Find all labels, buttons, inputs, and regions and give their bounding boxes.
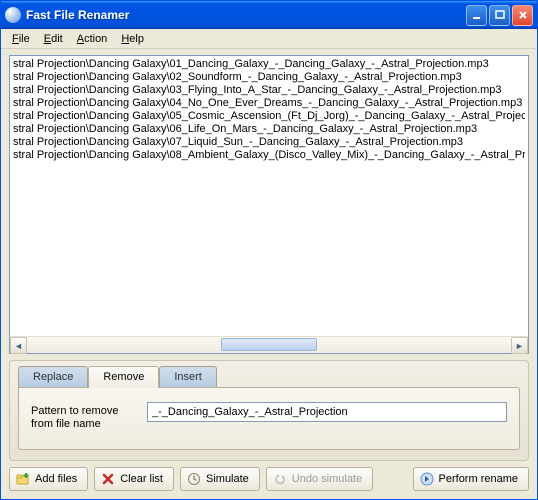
options-panel: Replace Remove Insert Pattern to remove …	[9, 360, 529, 461]
file-list-row[interactable]: stral Projection\Dancing Galaxy\03_Flyin…	[13, 84, 525, 97]
arrow-right-circle-icon	[420, 472, 434, 486]
content-area: stral Projection\Dancing Galaxy\01_Danci…	[1, 49, 537, 499]
undo-simulate-label: Undo simulate	[292, 473, 362, 485]
scroll-right-button[interactable]: ►	[511, 337, 528, 354]
clear-list-button[interactable]: Clear list	[94, 467, 174, 491]
menu-file[interactable]: File	[5, 31, 37, 47]
file-list-row[interactable]: stral Projection\Dancing Galaxy\02_Sound…	[13, 71, 525, 84]
folder-add-icon	[16, 472, 30, 486]
file-list-row[interactable]: stral Projection\Dancing Galaxy\05_Cosmi…	[13, 110, 525, 123]
file-list-row[interactable]: stral Projection\Dancing Galaxy\01_Danci…	[13, 58, 525, 71]
file-list-row[interactable]: stral Projection\Dancing Galaxy\08_Ambie…	[13, 149, 525, 162]
bottom-toolbar: Add files Clear list Simulate Undo simul…	[9, 467, 529, 491]
titlebar: Fast File Renamer	[1, 1, 537, 29]
simulate-button[interactable]: Simulate	[180, 467, 260, 491]
add-files-button[interactable]: Add files	[9, 467, 88, 491]
undo-icon	[273, 472, 287, 486]
menubar: File Edit Action Help	[1, 29, 537, 49]
close-button[interactable]	[512, 5, 533, 26]
perform-rename-label: Perform rename	[439, 473, 518, 485]
add-files-label: Add files	[35, 473, 77, 485]
app-icon	[5, 7, 21, 23]
window-title: Fast File Renamer	[26, 8, 464, 22]
minimize-button[interactable]	[466, 5, 487, 26]
tab-remove[interactable]: Remove	[88, 366, 159, 388]
toolbar-spacer	[379, 467, 406, 491]
clear-x-icon	[101, 472, 115, 486]
scrollbar-thumb[interactable]	[221, 338, 318, 351]
menu-edit[interactable]: Edit	[37, 31, 70, 47]
file-list-panel: stral Projection\Dancing Galaxy\01_Danci…	[9, 55, 529, 354]
clock-icon	[187, 472, 201, 486]
pattern-remove-input[interactable]	[147, 402, 507, 422]
app-window: Fast File Renamer File Edit Action Help …	[0, 0, 538, 500]
simulate-label: Simulate	[206, 473, 249, 485]
tab-remove-body: Pattern to remove from file name	[18, 387, 520, 450]
tab-replace[interactable]: Replace	[18, 366, 88, 387]
undo-simulate-button[interactable]: Undo simulate	[266, 467, 373, 491]
file-list-row[interactable]: stral Projection\Dancing Galaxy\06_Life_…	[13, 123, 525, 136]
file-list-row[interactable]: stral Projection\Dancing Galaxy\04_No_On…	[13, 97, 525, 110]
perform-rename-button[interactable]: Perform rename	[413, 467, 529, 491]
tab-insert[interactable]: Insert	[159, 366, 217, 387]
scroll-left-button[interactable]: ◄	[10, 337, 27, 354]
maximize-button[interactable]	[489, 5, 510, 26]
clear-list-label: Clear list	[120, 473, 163, 485]
file-list[interactable]: stral Projection\Dancing Galaxy\01_Danci…	[10, 56, 528, 336]
pattern-remove-label: Pattern to remove from file name	[31, 402, 139, 431]
file-list-row[interactable]: stral Projection\Dancing Galaxy\07_Liqui…	[13, 136, 525, 149]
scrollbar-track[interactable]	[27, 337, 511, 353]
horizontal-scrollbar[interactable]: ◄ ►	[10, 336, 528, 353]
menu-help[interactable]: Help	[114, 31, 151, 47]
tab-strip: Replace Remove Insert	[10, 361, 528, 387]
menu-action[interactable]: Action	[70, 31, 115, 47]
